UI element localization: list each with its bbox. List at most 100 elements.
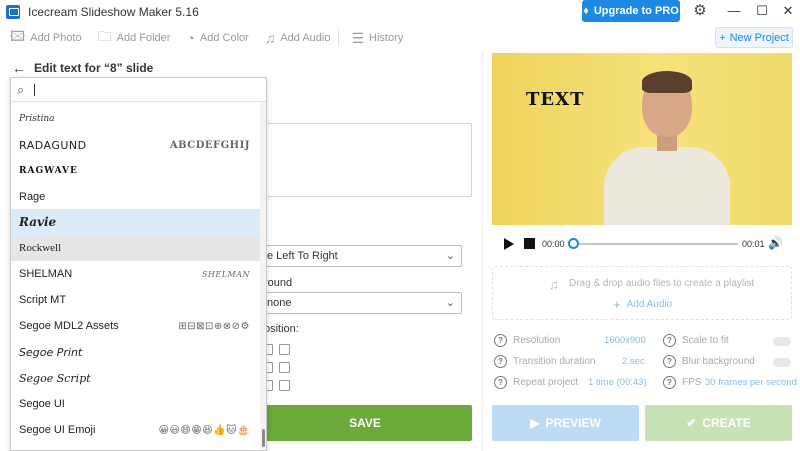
font-name: Segoe MDL2 Assets — [19, 320, 119, 332]
play-icon[interactable] — [504, 238, 514, 250]
audio-drop-zone[interactable]: ♫ Drag & drop audio files to create a pl… — [492, 266, 792, 320]
person-shirt — [604, 147, 730, 225]
history-button[interactable]: ☰ History — [351, 30, 403, 47]
preview-button[interactable]: ▶ PREVIEW — [492, 405, 639, 441]
new-project-button[interactable]: + New Project — [715, 27, 793, 48]
maximize-button[interactable]: ☐ — [752, 2, 772, 20]
font-item-segoe-ui[interactable]: Segoe UI — [11, 391, 262, 417]
create-button[interactable]: ✔ CREATE — [645, 405, 792, 441]
check-circle-icon: ✔ — [686, 416, 697, 430]
add-color-button[interactable]: ◔ Add Color — [186, 30, 248, 46]
repeat-setting[interactable]: ? Repeat project — [494, 376, 578, 389]
history-label: History — [369, 32, 404, 44]
search-icon: ⌕ — [17, 81, 25, 97]
person-hair — [642, 71, 692, 93]
blur-toggle[interactable] — [773, 358, 791, 367]
font-item-pristina[interactable]: Pristina — [11, 106, 262, 132]
blur-setting[interactable]: ? Blur background — [663, 355, 755, 368]
font-item-ragwave[interactable]: RAGWAVE — [11, 158, 262, 184]
font-list-scrollbar[interactable] — [260, 102, 266, 450]
repeat-label: Repeat project — [513, 377, 579, 388]
position-checkbox-mc[interactable] — [279, 362, 290, 373]
stop-icon[interactable] — [524, 238, 535, 249]
music-icon: ♫ — [264, 30, 276, 46]
scale-setting[interactable]: ? Scale to fit — [663, 334, 729, 347]
plus-icon: + — [719, 31, 726, 44]
font-item-script-mt[interactable]: Script MT — [11, 287, 262, 313]
font-name: Rage — [19, 191, 46, 203]
transition-value[interactable]: 2 sec — [622, 356, 645, 367]
slide-text-input[interactable] — [258, 123, 472, 197]
font-name: Segoe Print — [19, 345, 83, 359]
font-search-input[interactable]: ⌕ — [11, 78, 266, 102]
app-title: Icecream Slideshow Maker 5.16 — [28, 5, 199, 19]
repeat-value[interactable]: 1 time (00:43) — [588, 377, 647, 388]
question-icon[interactable]: ? — [663, 334, 676, 347]
create-label: CREATE — [702, 416, 751, 430]
position-label: osition: — [264, 323, 299, 335]
scale-label: Scale to fit — [682, 335, 729, 346]
drop-zone-text: Drag & drop audio files to create a play… — [569, 278, 755, 289]
font-item-rockwell[interactable]: Rockwell — [11, 235, 262, 261]
background-value: none — [267, 297, 292, 309]
add-folder-button[interactable]: 🗀 Add Folder — [98, 26, 171, 50]
add-photo-label: Add Photo — [30, 32, 82, 44]
question-icon[interactable]: ? — [494, 334, 507, 347]
resolution-setting[interactable]: ? Resolution — [494, 334, 560, 347]
position-checkbox-bc[interactable] — [279, 380, 290, 391]
font-preview: SHELMAN — [201, 269, 250, 279]
add-audio-button[interactable]: ♫ Add Audio — [265, 30, 331, 46]
toolbar-divider — [338, 30, 340, 46]
font-list-popup: ⌕ Pristina RADAGUND ABCDEFGHIJ RAGWAVE R… — [10, 77, 267, 451]
font-item-segoe-ui-emoji[interactable]: Segoe UI Emoji 😀😃😄😁😆👍🐱🎂 — [11, 417, 262, 443]
seek-bar[interactable] — [574, 243, 738, 245]
font-preview: ABCDEFGHIJ — [169, 139, 250, 151]
close-button[interactable]: ✕ — [778, 2, 798, 20]
app-logo-icon — [6, 5, 20, 19]
title-bar: Icecream Slideshow Maker 5.16 ♦ Upgrade … — [0, 0, 800, 24]
font-item-segoe-mdl2[interactable]: Segoe MDL2 Assets ⊞⊟⊠⊡⊕⊗⊘⚙ — [11, 313, 262, 339]
gear-icon[interactable]: ⚙ — [692, 3, 708, 19]
palette-icon: ◔ — [186, 30, 195, 46]
question-icon[interactable]: ? — [663, 355, 676, 368]
question-icon[interactable]: ? — [494, 376, 507, 389]
background-dropdown[interactable]: none ⌄ — [258, 292, 462, 314]
font-item-segoe-script[interactable]: Segoe Script — [11, 365, 262, 391]
add-photo-button[interactable]: 🖾 Add Photo — [10, 26, 82, 50]
add-audio-link[interactable]: + Add Audio — [613, 297, 672, 312]
font-name: RADAGUND — [19, 138, 87, 152]
save-button[interactable]: SAVE — [258, 405, 472, 441]
font-name: Rockwell — [19, 242, 62, 254]
font-item-segoe-print[interactable]: Segoe Print — [11, 339, 262, 365]
total-time: 00:01 — [742, 239, 765, 249]
fps-value[interactable]: 30 frames per second — [705, 377, 797, 388]
play-icon: ▶ — [530, 416, 540, 430]
minimize-button[interactable]: — — [724, 2, 744, 20]
fps-setting[interactable]: ? FPS — [663, 376, 701, 389]
resolution-label: Resolution — [513, 335, 561, 346]
font-item-shelman[interactable]: SHELMAN SHELMAN — [11, 261, 262, 287]
font-item-rage[interactable]: Rage — [11, 184, 262, 210]
plus-icon: + — [613, 297, 621, 312]
seek-handle[interactable] — [568, 238, 579, 249]
direction-value: e Left To Right — [267, 250, 338, 262]
volume-icon[interactable]: 🔊 — [768, 236, 783, 250]
scrollbar-thumb[interactable] — [262, 429, 265, 447]
background-label: round — [264, 277, 293, 289]
position-checkbox-tc[interactable] — [279, 344, 290, 355]
question-icon[interactable]: ? — [663, 376, 676, 389]
font-item-radagund[interactable]: RADAGUND ABCDEFGHIJ — [11, 132, 262, 158]
editor-header: ← Edit text for “8” slide — [12, 60, 153, 76]
add-audio-label: Add Audio — [280, 32, 331, 44]
add-color-label: Add Color — [199, 32, 249, 44]
font-item-ravie[interactable]: Ravie — [11, 209, 262, 235]
direction-dropdown[interactable]: e Left To Right ⌄ — [258, 245, 462, 267]
slide-text-overlay[interactable]: TEXT — [526, 89, 584, 110]
text-caret — [34, 83, 36, 96]
question-icon[interactable]: ? — [494, 355, 507, 368]
transition-setting[interactable]: ? Transition duration — [494, 355, 595, 368]
upgrade-to-pro-button[interactable]: ♦ Upgrade to PRO — [582, 0, 680, 22]
back-arrow-icon[interactable]: ← — [12, 60, 26, 76]
scale-toggle[interactable] — [773, 337, 791, 346]
resolution-value[interactable]: 1600x900 — [604, 335, 646, 346]
